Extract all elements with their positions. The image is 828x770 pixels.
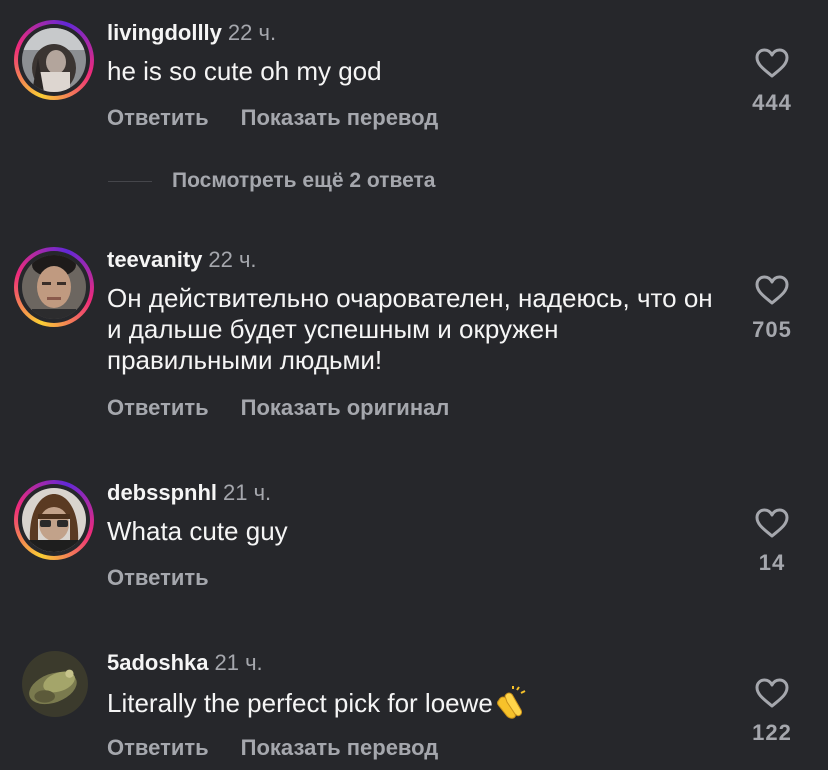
avatar[interactable] <box>14 20 94 100</box>
comment-item: livingdollly 22 ч. he is so cute oh my go… <box>0 0 828 150</box>
username[interactable]: debsspnhl <box>107 480 217 505</box>
translate-button[interactable]: Показать перевод <box>241 105 439 130</box>
show-original-button[interactable]: Показать оригинал <box>241 395 450 420</box>
reply-button[interactable]: Ответить <box>107 105 209 130</box>
reply-button[interactable]: Ответить <box>107 395 209 420</box>
like-count: 14 <box>758 550 786 575</box>
timestamp: 22 ч. <box>208 247 257 272</box>
avatar-photo-dark-hair <box>22 28 86 92</box>
clapping-hands-icon <box>496 686 526 719</box>
timestamp: 21 ч. <box>223 480 272 505</box>
reply-button[interactable]: Ответить <box>107 565 209 590</box>
heart-icon[interactable] <box>755 48 789 78</box>
view-more-replies-label: Посмотреть ещё 2 ответа <box>172 169 436 192</box>
reply-button[interactable]: Ответить <box>107 735 209 760</box>
timestamp: 22 ч. <box>227 20 277 45</box>
comment-text: he is so cute oh my god <box>107 56 382 86</box>
avatar-photo-face <box>22 255 86 319</box>
thread-divider <box>108 180 152 182</box>
like-count: 705 <box>752 317 792 342</box>
view-more-replies-button[interactable]: Посмотреть ещё 2 ответа <box>108 168 435 194</box>
comment-text: Whata cute guy <box>107 516 288 546</box>
like-count: 122 <box>752 720 792 745</box>
avatar[interactable] <box>14 480 94 560</box>
heart-icon[interactable] <box>755 275 789 305</box>
like-count: 444 <box>752 90 792 115</box>
username[interactable]: livingdollly <box>107 20 222 45</box>
avatar[interactable] <box>22 651 88 717</box>
username[interactable]: teevanity <box>107 247 202 272</box>
avatar-photo-moss <box>22 651 88 717</box>
username[interactable]: 5adoshka <box>107 650 209 675</box>
heart-icon[interactable] <box>755 508 789 538</box>
comment-text: Он действительно очарователен, надеюсь, … <box>107 283 713 375</box>
comment-text-content: Literally the perfect pick for loewe <box>107 688 493 718</box>
comment-text: Literally the perfect pick for loewe <box>107 686 717 720</box>
translate-button[interactable]: Показать перевод <box>241 735 439 760</box>
avatar-photo-bob-hair-glasses <box>22 488 86 552</box>
timestamp: 21 ч. <box>214 650 263 675</box>
avatar[interactable] <box>14 247 94 327</box>
heart-icon[interactable] <box>755 678 789 708</box>
